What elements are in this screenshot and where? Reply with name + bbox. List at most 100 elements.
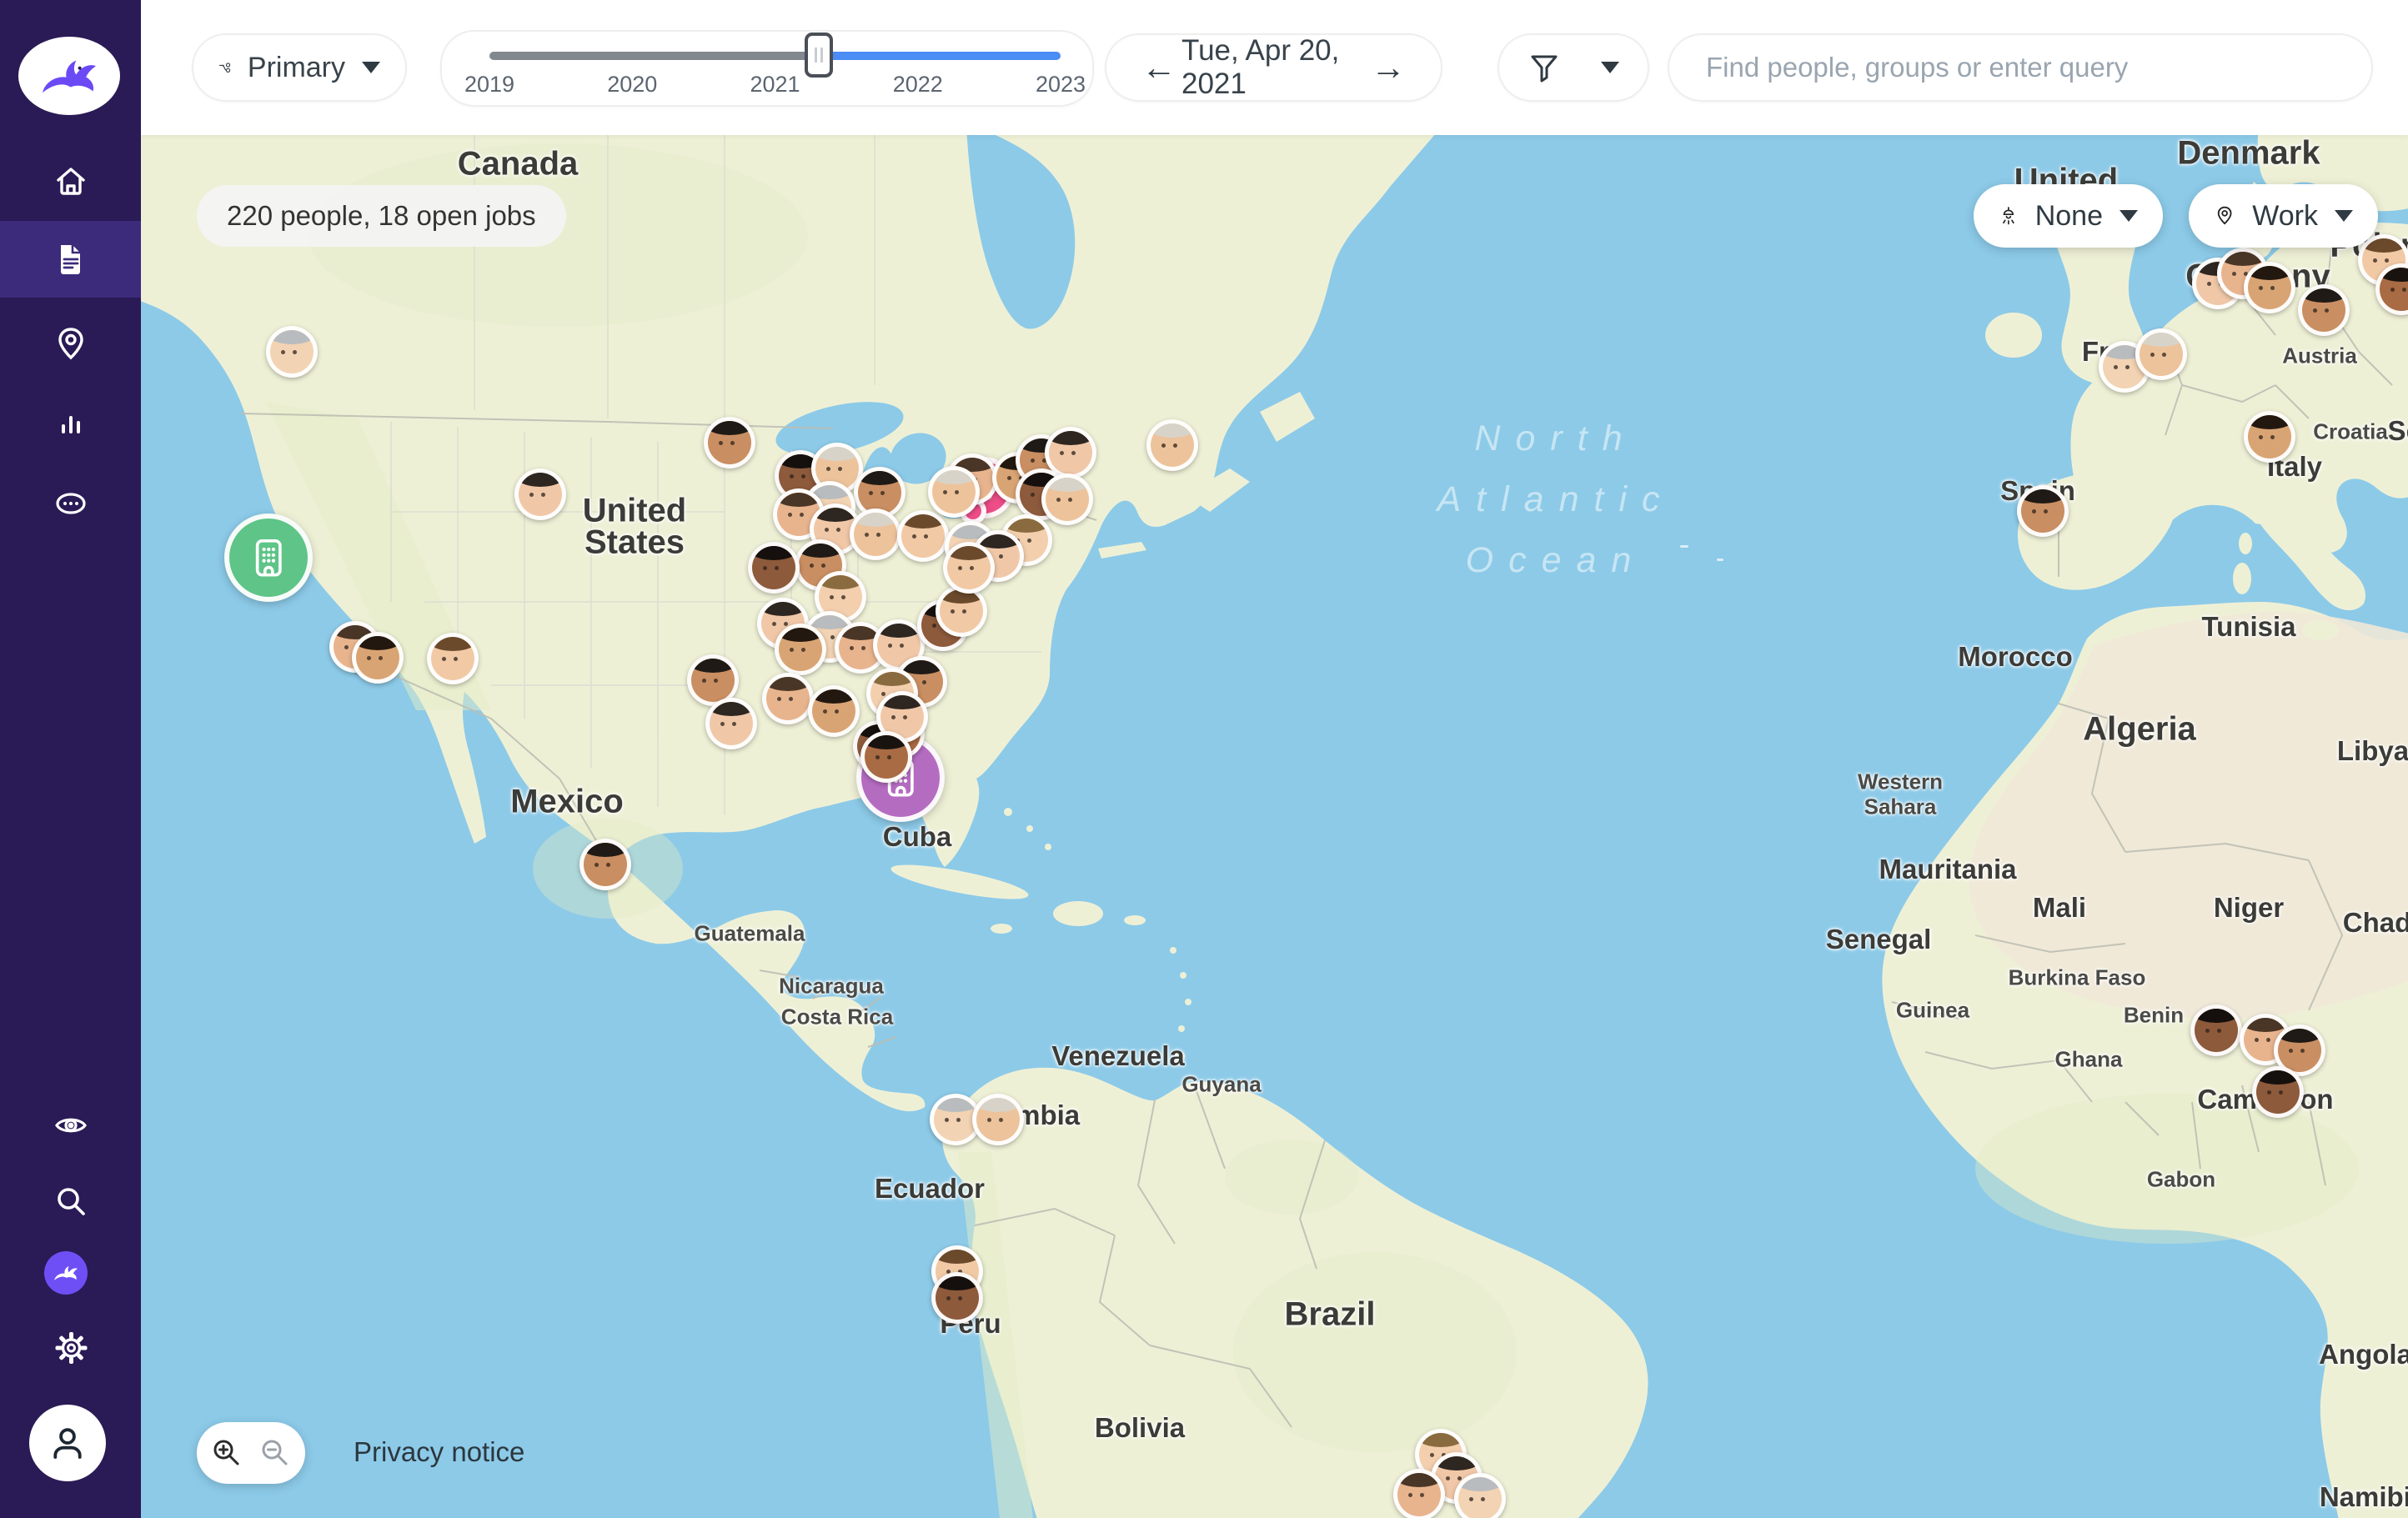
- timeline-year-labels: 20192020202120222023: [489, 72, 1061, 100]
- location-pin-icon: [52, 325, 90, 363]
- person-avatar[interactable]: [514, 468, 566, 520]
- country-label: Austria: [2282, 343, 2357, 369]
- timeline-handle[interactable]: [805, 33, 833, 78]
- people-count-badge: 220 people, 18 open jobs: [197, 185, 566, 247]
- country-label: Benin: [2124, 1003, 2184, 1029]
- country-label: Namibia: [2320, 1481, 2408, 1513]
- bar-chart-icon: [52, 404, 90, 443]
- sidebar-item-views[interactable]: [0, 1087, 141, 1164]
- person-avatar[interactable]: [748, 542, 800, 594]
- country-label: Guyana: [1181, 1072, 1261, 1098]
- eye-icon: [52, 1106, 90, 1145]
- timeline-year-label: 2021: [750, 72, 800, 98]
- search-icon: [52, 1182, 90, 1220]
- map-canvas[interactable]: [141, 135, 2408, 1518]
- person-avatar[interactable]: [762, 673, 814, 724]
- person-avatar[interactable]: [579, 839, 631, 890]
- person-avatar[interactable]: [897, 510, 949, 562]
- timeline-year-label: 2019: [464, 72, 514, 98]
- person-avatar[interactable]: [2252, 1066, 2304, 1118]
- settings-gear-icon: [52, 1329, 90, 1367]
- country-label: Mali: [2033, 892, 2086, 924]
- topbar: Primary 20192020202120222023 ← Tue, Apr …: [141, 0, 2408, 135]
- country-label: Morocco: [1958, 641, 2073, 673]
- filter-dropdown[interactable]: [1497, 33, 1649, 102]
- sidebar-item-rabbit-workspace[interactable]: [44, 1251, 88, 1295]
- privacy-notice-link[interactable]: Privacy notice: [354, 1436, 524, 1468]
- country-label: Mauritania: [1879, 854, 2016, 885]
- sidebar-item-settings[interactable]: [0, 1310, 141, 1386]
- previous-day-button[interactable]: ←: [1136, 49, 1181, 86]
- person-avatar[interactable]: [860, 731, 912, 783]
- sidebar-item-places[interactable]: [0, 306, 141, 383]
- person-avatar[interactable]: [2190, 1004, 2242, 1056]
- sidebar-item-profile[interactable]: [29, 1405, 106, 1481]
- timeline-year-label: 2022: [893, 72, 943, 98]
- search-bar: [1668, 33, 2373, 102]
- sidebar-item-home[interactable]: [0, 143, 141, 219]
- person-avatar[interactable]: [2244, 262, 2295, 313]
- chevron-down-icon: [2120, 210, 2138, 222]
- person-avatar[interactable]: [2298, 284, 2350, 336]
- country-label: Nicaragua: [779, 974, 884, 999]
- sidebar-item-search[interactable]: [0, 1163, 141, 1240]
- person-avatar[interactable]: [931, 1272, 983, 1324]
- sidebar-item-analytics[interactable]: [0, 385, 141, 462]
- country-label: Algeria: [2083, 711, 2196, 749]
- search-input[interactable]: [1669, 35, 2371, 100]
- brand-logo: [18, 37, 120, 115]
- country-label: Sahara: [1864, 794, 1937, 820]
- country-label: Burkina Faso: [2009, 965, 2146, 991]
- zoom-in-icon: [208, 1435, 245, 1471]
- country-label: Costa Rica: [781, 1004, 893, 1030]
- primary-dropdown[interactable]: Primary: [192, 33, 407, 102]
- profile-person-icon: [46, 1421, 89, 1465]
- person-avatar[interactable]: [1393, 1469, 1445, 1518]
- person-avatar[interactable]: [808, 685, 860, 737]
- location-type-dropdown[interactable]: Work: [2189, 184, 2378, 248]
- country-label: Croatia: [2313, 419, 2388, 445]
- zoom-out-button[interactable]: [257, 1435, 293, 1471]
- person-avatar[interactable]: [1041, 473, 1093, 525]
- branch-icon: [218, 53, 231, 82]
- sidebar-item-documents[interactable]: [0, 221, 141, 298]
- person-avatar[interactable]: [972, 1094, 1024, 1145]
- highlight-dropdown[interactable]: None: [1974, 184, 2163, 248]
- person-avatar[interactable]: [266, 326, 318, 378]
- person-avatar[interactable]: [705, 698, 757, 749]
- person-avatar[interactable]: [2017, 485, 2069, 537]
- timeline-track-future: [819, 52, 1061, 60]
- person-avatar[interactable]: [352, 632, 404, 684]
- country-label: Guinea: [1896, 998, 1969, 1024]
- person-avatar[interactable]: [775, 624, 826, 675]
- country-label: Serbia: [2388, 415, 2408, 447]
- country-label: Denmark: [2177, 135, 2320, 173]
- person-avatar[interactable]: [936, 585, 987, 637]
- next-day-button[interactable]: →: [1366, 49, 1411, 86]
- person-avatar[interactable]: [2135, 328, 2187, 380]
- chevron-down-icon: [1601, 62, 1619, 73]
- person-avatar[interactable]: [928, 466, 980, 518]
- country-label: Gabon: [2147, 1167, 2215, 1193]
- country-label: Bolivia: [1095, 1412, 1185, 1444]
- person-avatar[interactable]: [427, 633, 479, 684]
- country-label: Tunisia: [2201, 611, 2295, 643]
- country-label: Senegal: [1826, 924, 1932, 955]
- location-cluster[interactable]: [224, 514, 313, 602]
- zoom-in-button[interactable]: [208, 1435, 245, 1471]
- person-avatar[interactable]: [704, 417, 755, 468]
- pin-icon: [2214, 198, 2235, 233]
- country-label: Brazil: [1285, 1296, 1376, 1334]
- person-avatar[interactable]: [850, 509, 901, 560]
- person-avatar[interactable]: [943, 542, 995, 594]
- person-avatar[interactable]: [1146, 419, 1198, 471]
- country-label: Ghana: [2055, 1047, 2123, 1073]
- person-avatar[interactable]: [1454, 1473, 1506, 1518]
- ocean-label: North Atlantic Ocean: [1437, 408, 1674, 591]
- country-label: Niger: [2214, 892, 2284, 924]
- highlight-dropdown-label: None: [2035, 200, 2103, 233]
- person-avatar[interactable]: [2244, 411, 2295, 463]
- timeline-track[interactable]: [489, 52, 1061, 60]
- timeline-year-label: 2020: [607, 72, 657, 98]
- sidebar-item-more[interactable]: [0, 465, 141, 542]
